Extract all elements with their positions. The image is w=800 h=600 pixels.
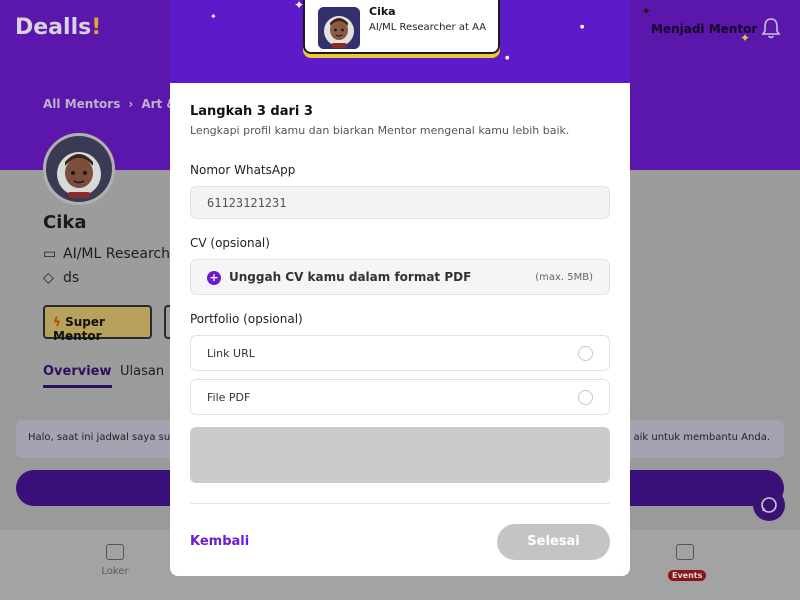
portfolio-option-link-url[interactable]: Link URL [190,335,610,371]
calendar-star-icon [676,544,694,560]
cv-upload-hint: (max. 5MB) [535,272,593,283]
profile-role: ▭ AI/ML Researcher [43,246,185,262]
astronaut-avatar-icon [318,7,360,49]
radio-button[interactable] [578,390,593,405]
sparkle-icon: ● [505,55,510,61]
plus-circle-icon: + [207,271,221,285]
back-button[interactable]: Kembali [190,534,249,549]
nav-item-events[interactable] [655,544,715,566]
card-mentor-role: AI/ML Researcher at AA [369,22,487,33]
briefcase-icon [106,544,124,560]
graduation-cap-icon: ◇ [43,270,54,286]
profile-name: Cika [43,212,87,233]
sparkle-icon: ✦ [210,12,217,21]
mentoring-signup-modal: ✦ ● ● ✦ Cika AI/ML Researcher at AA Lang… [170,0,630,576]
step-title: Langkah 3 dari 3 [190,104,313,119]
super-mentor-badge: ϟ Super Mentor [43,305,152,343]
portfolio-input-placeholder [190,427,610,483]
app-logo[interactable]: Dealls! [15,15,101,40]
whatsapp-field[interactable]: 61123121231 [190,186,610,219]
avatar [43,133,115,205]
avatar [318,7,360,49]
nav-item-loker[interactable]: Loker [85,544,145,577]
tab-overview[interactable]: Overview [43,364,112,388]
breadcrumb: All Mentors › Art & D [43,97,191,111]
bell-icon[interactable] [760,16,782,40]
lightning-icon: ϟ [53,315,61,329]
sparkle-icon: ✦ [740,31,751,45]
step-subtitle: Lengkapi profil kamu dan biarkan Mentor … [190,124,570,137]
portfolio-option-file-pdf[interactable]: File PDF [190,379,610,415]
sparkle-icon: ● [580,24,585,30]
whatsapp-label: Nomor WhatsApp [190,163,296,177]
cv-upload-button[interactable]: + Unggah CV kamu dalam format PDF (max. … [190,259,610,295]
finish-button[interactable]: Selesai [497,524,610,560]
briefcase-icon: ▭ [43,246,57,262]
cv-label: CV (opsional) [190,236,270,250]
events-badge[interactable]: Events [668,570,707,581]
card-mentor-name: Cika [369,5,396,18]
profile-education: ◇ ds [43,270,80,286]
whatsapp-button[interactable] [753,489,785,521]
radio-button[interactable] [578,346,593,361]
portfolio-label: Portfolio (opsional) [190,312,303,326]
divider [190,503,610,504]
whatsapp-icon [761,497,777,513]
breadcrumb-item-all-mentors[interactable]: All Mentors [43,97,120,111]
astronaut-avatar-icon [46,136,112,202]
mentor-summary-card: Cika AI/ML Researcher at AA [303,0,500,54]
tab-ulasan[interactable]: Ulasan [120,364,164,379]
cv-upload-text: Unggah CV kamu dalam format PDF [229,270,472,284]
sparkle-icon: ✦ [641,4,652,18]
chevron-right-icon: › [128,97,134,111]
